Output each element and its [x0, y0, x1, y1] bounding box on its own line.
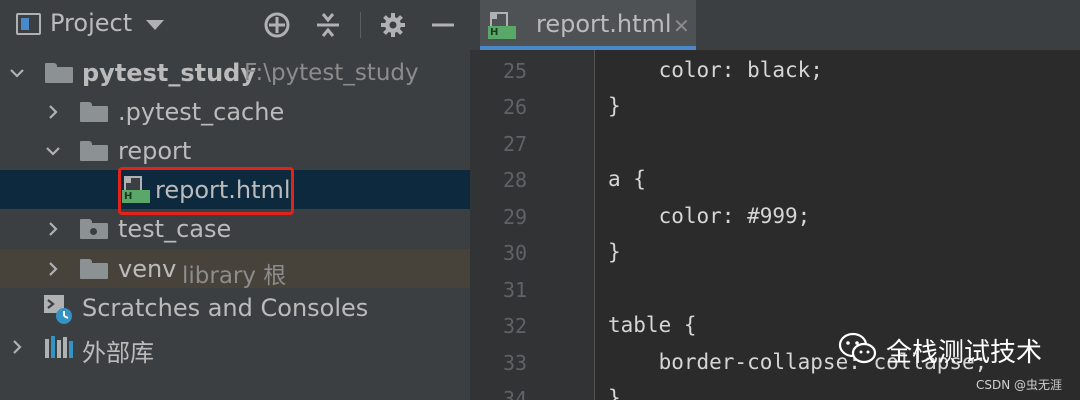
- wechat-logo-icon: [838, 332, 878, 366]
- external-libraries-icon: [44, 336, 74, 360]
- tree-item-label: pytest_study: [82, 59, 256, 87]
- tree-item-pytest-cache[interactable]: .pytest_cache: [0, 92, 470, 131]
- chevron-down-icon[interactable]: [42, 131, 64, 170]
- tab-report-html[interactable]: H report.html ✕: [480, 0, 696, 50]
- settings-icon[interactable]: [378, 10, 408, 40]
- line-number: 32: [502, 314, 528, 338]
- chevron-right-icon[interactable]: [42, 249, 64, 288]
- line-number: 33: [502, 351, 528, 375]
- line-number: 28: [502, 168, 528, 192]
- code-line: }: [608, 94, 621, 118]
- code-line: }: [608, 386, 621, 400]
- project-panel-header: Project: [0, 0, 470, 50]
- watermark: 全栈测试技术: [838, 330, 1053, 370]
- project-panel-title[interactable]: Project: [50, 9, 132, 37]
- code-line: }: [608, 240, 621, 264]
- highlight-annotation: [118, 167, 294, 215]
- code-line: color: black;: [608, 58, 823, 82]
- editor-tab-bar: H report.html ✕: [470, 0, 1080, 50]
- chevron-right-icon[interactable]: [42, 209, 64, 248]
- watermark-credit: CSDN @虫无涯: [976, 378, 1063, 392]
- tree-item-venv[interactable]: venv library 根: [0, 249, 470, 289]
- folder-icon: [80, 141, 108, 161]
- line-number: 30: [502, 241, 528, 265]
- tree-item-label: report: [118, 137, 192, 165]
- tab-label: report.html: [536, 10, 672, 38]
- line-number-gutter: 25 26 27 28 29 30 31 32 33 34: [470, 50, 595, 400]
- tree-item-pytest-study[interactable]: pytest_study F:\pytest_study: [0, 53, 470, 92]
- line-number: 26: [502, 95, 528, 119]
- package-folder-icon: [80, 219, 108, 239]
- chevron-down-icon[interactable]: [146, 20, 164, 30]
- hide-icon[interactable]: [428, 10, 458, 40]
- close-icon[interactable]: ✕: [673, 14, 690, 38]
- project-view-icon: [16, 13, 41, 35]
- line-number: 34: [502, 387, 528, 400]
- folder-icon: [80, 102, 108, 122]
- chevron-right-icon[interactable]: [42, 92, 64, 131]
- code-line: color: #999;: [608, 204, 811, 228]
- tree-item-label: 外部库: [82, 339, 154, 367]
- line-number: 27: [502, 132, 528, 156]
- toolbar-divider: [360, 12, 361, 38]
- tree-item-report[interactable]: report: [0, 131, 470, 170]
- line-number: 25: [502, 59, 528, 83]
- collapse-all-icon[interactable]: [313, 10, 343, 40]
- tree-item-scratches[interactable]: Scratches and Consoles: [0, 288, 470, 327]
- project-path: F:\pytest_study: [244, 60, 419, 86]
- tree-item-suffix: library 根: [182, 263, 287, 289]
- tree-item-label: test_case: [118, 215, 232, 243]
- tree-item-label: Scratches and Consoles: [82, 294, 369, 322]
- line-number: 29: [502, 205, 528, 229]
- chevron-down-icon[interactable]: [6, 53, 28, 92]
- code-line: table {: [608, 313, 697, 337]
- watermark-text: 全栈测试技术: [886, 338, 1043, 368]
- tree-item-label: venv: [118, 255, 177, 283]
- tree-item-external-libraries[interactable]: 外部库: [0, 327, 470, 367]
- folder-icon: [45, 63, 73, 83]
- tree-item-label: .pytest_cache: [118, 98, 285, 126]
- html-file-icon: H: [488, 12, 516, 40]
- locate-icon[interactable]: [262, 10, 292, 40]
- scratches-icon: [42, 293, 74, 325]
- project-panel: Project pytest_study F:\pytest_study .py…: [0, 0, 470, 400]
- code-line: a {: [608, 167, 646, 191]
- line-number: 31: [502, 278, 528, 302]
- folder-icon: [80, 259, 108, 279]
- chevron-right-icon[interactable]: [6, 327, 28, 366]
